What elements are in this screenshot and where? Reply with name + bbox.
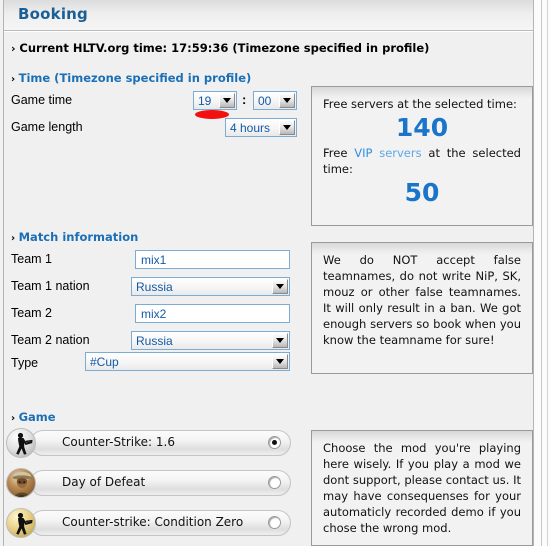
- free-servers-panel-body: Free servers at the selected time: 140 F…: [312, 87, 532, 218]
- game-time-minute-value: 00: [258, 93, 272, 108]
- game-time-hour-value: 19: [198, 93, 212, 108]
- team1-input[interactable]: [135, 250, 290, 269]
- red-annotation-ellipse: [195, 110, 229, 119]
- game-length-select[interactable]: 4 hours: [225, 118, 297, 137]
- vip-servers-count: 50: [404, 178, 440, 207]
- current-time-row: › Current HLTV.org time: 17:59:36 (Timez…: [11, 41, 429, 55]
- section-heading-game-label: Game: [18, 410, 56, 424]
- bullet-arrow-icon: ›: [11, 74, 19, 85]
- game-time-hour-select[interactable]: 19: [193, 91, 237, 110]
- free-servers-text: Free servers at the selected time:: [323, 97, 517, 111]
- chevron-down-icon[interactable]: [272, 354, 288, 369]
- booking-page: Booking › Current HLTV.org time: 17:59:3…: [0, 0, 550, 546]
- section-heading-match-label: Match information: [18, 230, 139, 244]
- free-servers-panel: Free servers at the selected time: 140 F…: [311, 86, 533, 226]
- bullet-arrow-icon: ›: [11, 413, 19, 424]
- vip-link-word-1: VIP: [354, 146, 373, 160]
- section-heading-game: › Game: [11, 410, 56, 424]
- game-option-row[interactable]: Day of Defeat: [6, 468, 291, 498]
- game-option-label: Day of Defeat: [62, 475, 146, 489]
- team1-label: Team 1: [11, 252, 52, 266]
- team1-nation-value: Russia: [136, 279, 173, 294]
- mod-info-text: Choose the mod you're playing here wisel…: [323, 441, 521, 535]
- free-servers-count: 140: [395, 113, 449, 142]
- time-separator: :: [242, 92, 247, 107]
- frame-border-right-inner: [533, 0, 534, 546]
- page-title: Booking: [18, 5, 88, 23]
- type-value: #Cup: [90, 354, 119, 369]
- team2-nation-label: Team 2 nation: [11, 333, 90, 347]
- frame-border-right-middle: [541, 0, 542, 546]
- type-label: Type: [11, 356, 39, 370]
- counter-strike-silhouette-icon: [6, 508, 36, 538]
- game-radio-cz[interactable]: [268, 516, 281, 529]
- team2-input[interactable]: [135, 304, 290, 323]
- game-length-value: 4 hours: [230, 120, 271, 135]
- chevron-down-icon[interactable]: [272, 279, 288, 294]
- team2-nation-value: Russia: [136, 333, 173, 348]
- teamname-warning-text: We do NOT accept false teamnames, do not…: [323, 253, 521, 347]
- section-heading-match: › Match information: [11, 230, 138, 244]
- type-select[interactable]: #Cup: [85, 352, 290, 371]
- vip-prefix: Free: [323, 146, 355, 160]
- game-option-row[interactable]: Counter-strike: Condition Zero: [6, 508, 291, 538]
- current-time-text: Current HLTV.org time: 17:59:36 (Timezon…: [19, 41, 430, 55]
- team1-nation-label: Team 1 nation: [11, 279, 90, 293]
- team2-label: Team 2: [11, 306, 52, 320]
- team2-nation-select[interactable]: Russia: [131, 331, 290, 350]
- soldier-portrait-icon: [6, 468, 36, 498]
- chevron-down-icon[interactable]: [272, 333, 288, 348]
- counter-strike-silhouette-icon: [6, 428, 36, 458]
- vip-link-word-2: servers: [372, 146, 422, 160]
- section-heading-time: › Time (Timezone specified in profile): [11, 71, 251, 85]
- chevron-down-icon[interactable]: [279, 93, 295, 108]
- game-time-minute-select[interactable]: 00: [253, 91, 297, 110]
- game-time-label: Game time: [11, 93, 73, 107]
- game-length-label: Game length: [11, 120, 83, 134]
- frame-border-right-outer: [547, 0, 548, 546]
- page-header: Booking: [4, 0, 533, 30]
- game-radio-cs16[interactable]: [268, 436, 281, 449]
- mod-info-panel: Choose the mod you're playing here wisel…: [311, 430, 533, 546]
- chevron-down-icon[interactable]: [279, 120, 295, 135]
- frame-border-left: [3, 0, 4, 546]
- game-option-row[interactable]: Counter-Strike: 1.6: [6, 428, 291, 458]
- game-option-label: Counter-Strike: 1.6: [62, 435, 175, 449]
- bullet-arrow-icon: ›: [11, 233, 19, 244]
- game-radio-dod[interactable]: [268, 476, 281, 489]
- team1-nation-select[interactable]: Russia: [131, 277, 290, 296]
- header-divider-highlight: [4, 31, 533, 32]
- game-option-label: Counter-strike: Condition Zero: [62, 515, 244, 529]
- teamname-warning-panel: We do NOT accept false teamnames, do not…: [311, 242, 533, 374]
- vip-servers-link[interactable]: VIP servers: [354, 146, 421, 160]
- section-heading-time-label: Time (Timezone specified in profile): [18, 71, 252, 85]
- chevron-down-icon[interactable]: [219, 93, 235, 108]
